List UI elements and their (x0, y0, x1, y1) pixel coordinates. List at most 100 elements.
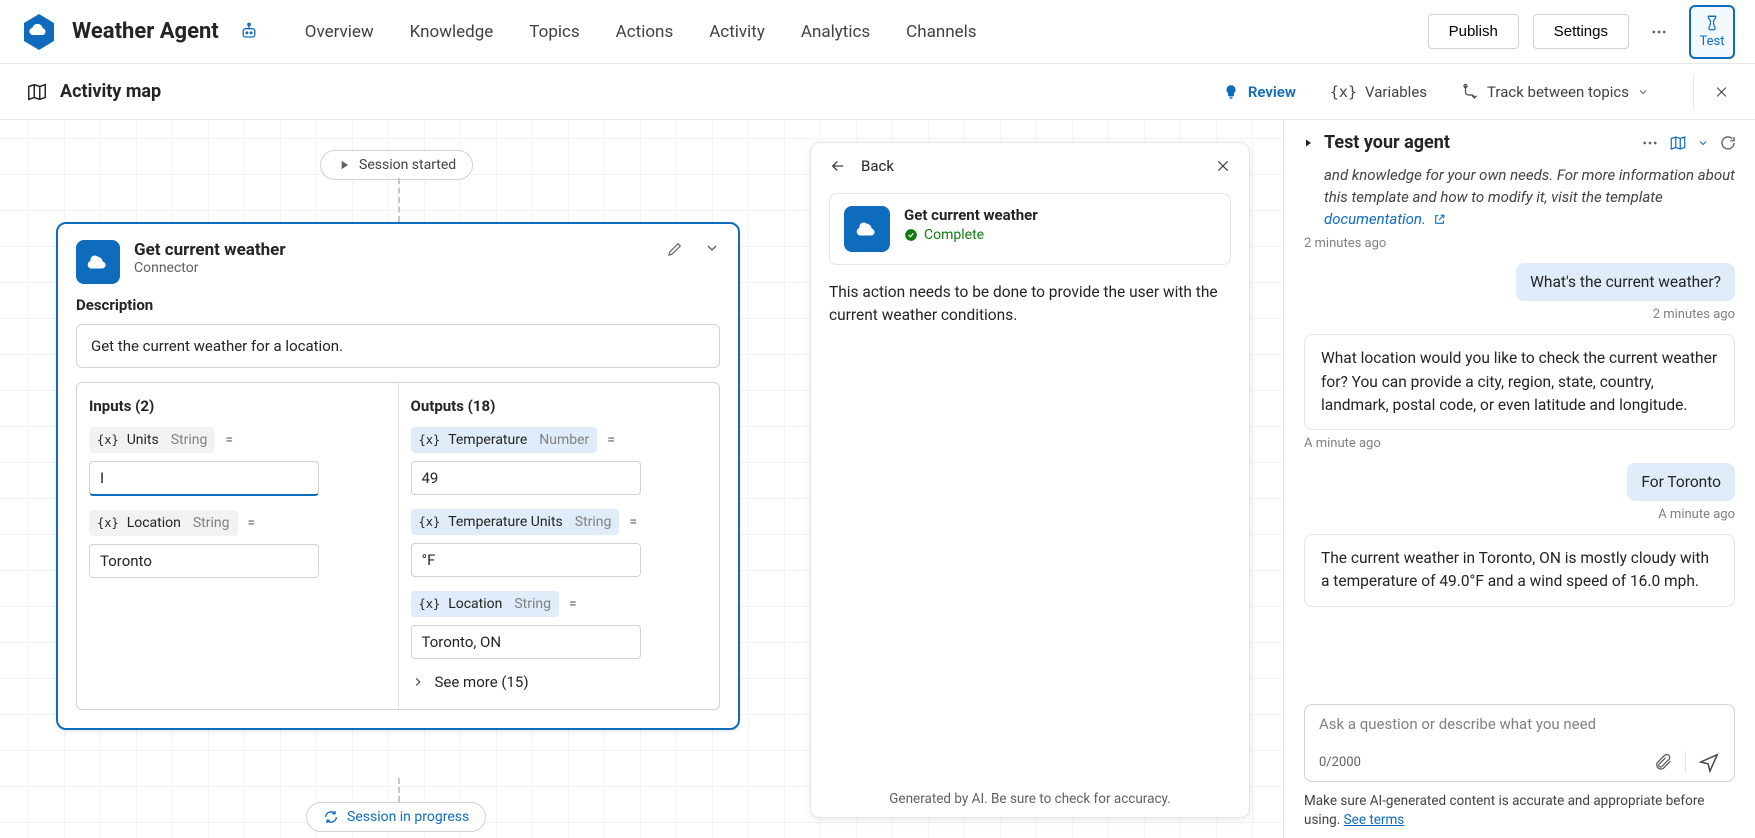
brand-title: Weather Agent (72, 19, 219, 44)
node-subtitle: Connector (134, 260, 286, 276)
arrow-left-icon (829, 157, 847, 175)
output-temp-value[interactable]: 49 (411, 461, 641, 495)
track-label: Track between topics (1487, 83, 1629, 101)
edit-button[interactable] (666, 240, 684, 258)
weather-node-card[interactable]: Get current weather Connector Descriptio… (56, 222, 740, 730)
output-location-value[interactable]: Toronto, ON (411, 625, 641, 659)
bot-message: What location would you like to check th… (1304, 334, 1735, 430)
variables-button[interactable]: {x} Variables (1330, 83, 1427, 101)
detail-description: This action needs to be done to provide … (811, 281, 1249, 328)
weather-icon (76, 240, 120, 284)
track-topics-button[interactable]: Track between topics (1461, 83, 1649, 101)
test-panel-more[interactable] (1641, 134, 1659, 152)
session-progress-label: Session in progress (347, 809, 469, 825)
caret-right-icon (1302, 137, 1314, 149)
route-icon (1461, 83, 1479, 101)
output-location-chip[interactable]: {x} Location String (411, 591, 560, 617)
nav-analytics[interactable]: Analytics (801, 22, 870, 42)
collapse-test-panel[interactable] (1302, 137, 1314, 149)
weather-icon (844, 206, 890, 252)
session-progress-pill[interactable]: Session in progress (306, 802, 486, 832)
send-icon (1698, 751, 1720, 773)
bot-icon[interactable] (239, 22, 259, 42)
brand: Weather Agent (20, 13, 259, 51)
chevron-down-icon (1697, 137, 1709, 149)
test-panel-dropdown[interactable] (1697, 137, 1709, 149)
app-header: Weather Agent Overview Knowledge Topics … (0, 0, 1755, 64)
back-label: Back (861, 157, 894, 175)
chevron-down-icon (1637, 86, 1649, 98)
test-panel: Test your agent and knowledge for your o… (1283, 120, 1755, 838)
collapse-button[interactable] (704, 240, 720, 258)
open-external-icon (1433, 213, 1446, 226)
canvas[interactable]: Session started Get current weather Conn… (0, 120, 1283, 838)
timestamp: 2 minutes ago (1304, 307, 1735, 322)
user-message: What's the current weather? (1516, 263, 1735, 301)
timestamp: A minute ago (1304, 436, 1735, 451)
test-panel-refresh[interactable] (1719, 134, 1737, 152)
inputs-heading: Inputs (2) (89, 397, 386, 415)
variable-icon: {x} (419, 433, 441, 447)
output-tempunits-value[interactable]: °F (411, 543, 641, 577)
back-button[interactable] (829, 157, 847, 175)
more-menu-button[interactable] (1643, 16, 1675, 48)
close-button[interactable] (1693, 74, 1729, 110)
output-location-name: Location (448, 596, 502, 612)
top-nav: Overview Knowledge Topics Actions Activi… (305, 22, 977, 42)
test-panel-map[interactable] (1669, 134, 1687, 152)
variable-icon: {x} (419, 597, 441, 611)
see-terms-link[interactable]: See terms (1344, 812, 1405, 828)
header-actions: Publish Settings Test (1428, 5, 1735, 59)
chat-input[interactable]: Ask a question or describe what you need… (1304, 704, 1735, 782)
inputs-column: Inputs (2) {x} Units String = I {x} (77, 383, 399, 709)
input-location-value[interactable]: Toronto (89, 544, 319, 578)
nav-topics[interactable]: Topics (529, 22, 579, 42)
publish-button[interactable]: Publish (1428, 14, 1519, 49)
documentation-link[interactable]: documentation. (1324, 210, 1426, 228)
detail-close-button[interactable] (1215, 158, 1231, 174)
refresh-icon (1719, 134, 1737, 152)
intro-message: and knowledge for your own needs. For mo… (1324, 165, 1735, 230)
nav-knowledge[interactable]: Knowledge (410, 22, 494, 42)
input-location-chip[interactable]: {x} Location String (89, 510, 238, 536)
test-button[interactable]: Test (1689, 5, 1735, 59)
nav-activity[interactable]: Activity (709, 22, 765, 42)
nav-overview[interactable]: Overview (305, 22, 374, 42)
input-units-type: String (171, 432, 208, 448)
output-location-type: String (514, 596, 551, 612)
chat-scroll[interactable]: and knowledge for your own needs. For mo… (1284, 161, 1755, 696)
toolbar-title-label: Activity map (60, 81, 161, 102)
output-tempunits-chip[interactable]: {x} Temperature Units String (411, 509, 620, 535)
output-temp-chip[interactable]: {x} Temperature Number (411, 427, 598, 453)
detail-summary: Get current weather Complete (829, 193, 1231, 265)
session-started-pill[interactable]: Session started (320, 150, 473, 180)
attach-button[interactable] (1641, 752, 1673, 772)
description-box[interactable]: Get the current weather for a location. (76, 324, 720, 368)
nav-channels[interactable]: Channels (906, 22, 976, 42)
toolbar-title: Activity map (26, 81, 161, 103)
user-message: For Toronto (1627, 463, 1735, 501)
input-units-name: Units (127, 432, 159, 448)
variable-icon: {x} (97, 516, 119, 530)
variable-icon: {x} (1330, 83, 1357, 101)
close-icon (1714, 84, 1729, 100)
check-circle-icon (904, 228, 918, 242)
see-more-button[interactable]: See more (15) (411, 673, 708, 691)
settings-button[interactable]: Settings (1533, 14, 1629, 49)
play-icon (337, 158, 351, 172)
send-button[interactable] (1685, 751, 1720, 773)
input-location-type: String (193, 515, 230, 531)
toolbar: Activity map Review {x} Variables Track … (0, 64, 1755, 120)
review-label: Review (1248, 83, 1296, 101)
output-temp-type: Number (539, 432, 589, 448)
input-units-value[interactable]: I (89, 461, 319, 496)
node-title: Get current weather (134, 240, 286, 260)
detail-status-label: Complete (924, 227, 984, 243)
chevron-down-icon (704, 240, 720, 256)
nav-actions[interactable]: Actions (616, 22, 674, 42)
output-temp-name: Temperature (448, 432, 527, 448)
see-more-label: See more (15) (435, 673, 529, 691)
chevron-right-icon (411, 675, 425, 689)
review-button[interactable]: Review (1222, 83, 1296, 101)
input-units-chip[interactable]: {x} Units String (89, 427, 215, 453)
